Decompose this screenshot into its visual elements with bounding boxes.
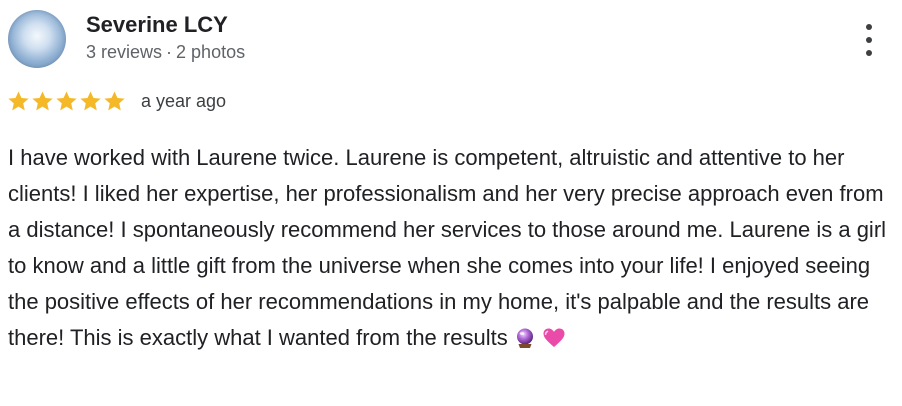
star-rating xyxy=(7,90,126,113)
reviewer-meta: 3 reviews · 2 photos xyxy=(86,42,245,63)
review-text-content: I have worked with Laurene twice. Lauren… xyxy=(8,145,887,350)
crystal-ball-icon xyxy=(514,324,536,360)
review-text: I have worked with Laurene twice. Lauren… xyxy=(8,140,898,360)
star-icon xyxy=(56,91,77,111)
more-options-icon[interactable] xyxy=(862,22,876,58)
star-icon xyxy=(80,91,101,111)
rating-row: a year ago xyxy=(7,90,226,113)
avatar[interactable] xyxy=(8,10,66,68)
meta-separator: · xyxy=(166,42,173,62)
pink-heart-icon xyxy=(542,324,566,360)
star-icon xyxy=(8,91,29,111)
reviewer-name[interactable]: Severine LCY xyxy=(86,12,228,38)
star-icon xyxy=(104,91,125,111)
reviews-count: 3 reviews xyxy=(86,42,163,62)
star-icon xyxy=(32,91,53,111)
photos-count: 2 photos xyxy=(176,42,246,62)
review-time: a year ago xyxy=(141,91,227,111)
